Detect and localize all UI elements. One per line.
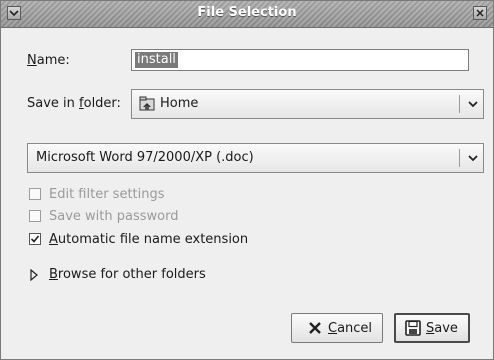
file-type-dropdown[interactable]: Microsoft Word 97/2000/XP (.doc) [27, 143, 484, 173]
expander-arrow-icon [30, 269, 38, 281]
name-field-value[interactable]: install [135, 52, 178, 68]
save-in-folder-value: Home [160, 96, 199, 111]
save-button[interactable]: Save [394, 313, 470, 343]
cancel-button[interactable]: Cancel [291, 313, 383, 343]
title-bar[interactable]: File Selection [1, 1, 493, 28]
name-label: Name: [27, 53, 70, 68]
close-icon [476, 9, 484, 17]
floppy-disk-icon [405, 320, 421, 336]
browse-other-folders-label: Browse for other folders [49, 267, 206, 282]
save-label: Save [426, 321, 458, 336]
cancel-icon [309, 322, 321, 334]
chevron-down-icon [468, 101, 478, 108]
chevron-down-icon [468, 155, 478, 162]
checkmark-icon [30, 235, 40, 243]
save-in-folder-dropdown[interactable]: Home [131, 89, 484, 119]
home-folder-icon [139, 96, 155, 111]
save-with-password-label: Save with password [49, 209, 179, 224]
file-selection-dialog: File Selection Name: install Save in fol… [0, 0, 494, 360]
cancel-label: Cancel [328, 321, 373, 336]
automatic-extension-label: Automatic file name extension [49, 232, 249, 247]
edit-filter-settings-label: Edit filter settings [49, 187, 165, 202]
automatic-extension-checkbox[interactable] [29, 233, 41, 245]
close-button[interactable] [473, 6, 487, 20]
file-type-value: Microsoft Word 97/2000/XP (.doc) [36, 150, 254, 165]
name-field[interactable]: install [131, 49, 469, 71]
save-with-password-checkbox[interactable] [29, 210, 41, 222]
save-in-folder-label: Save in folder: [27, 96, 121, 111]
edit-filter-settings-checkbox[interactable] [29, 188, 41, 200]
window-title: File Selection [197, 5, 297, 20]
